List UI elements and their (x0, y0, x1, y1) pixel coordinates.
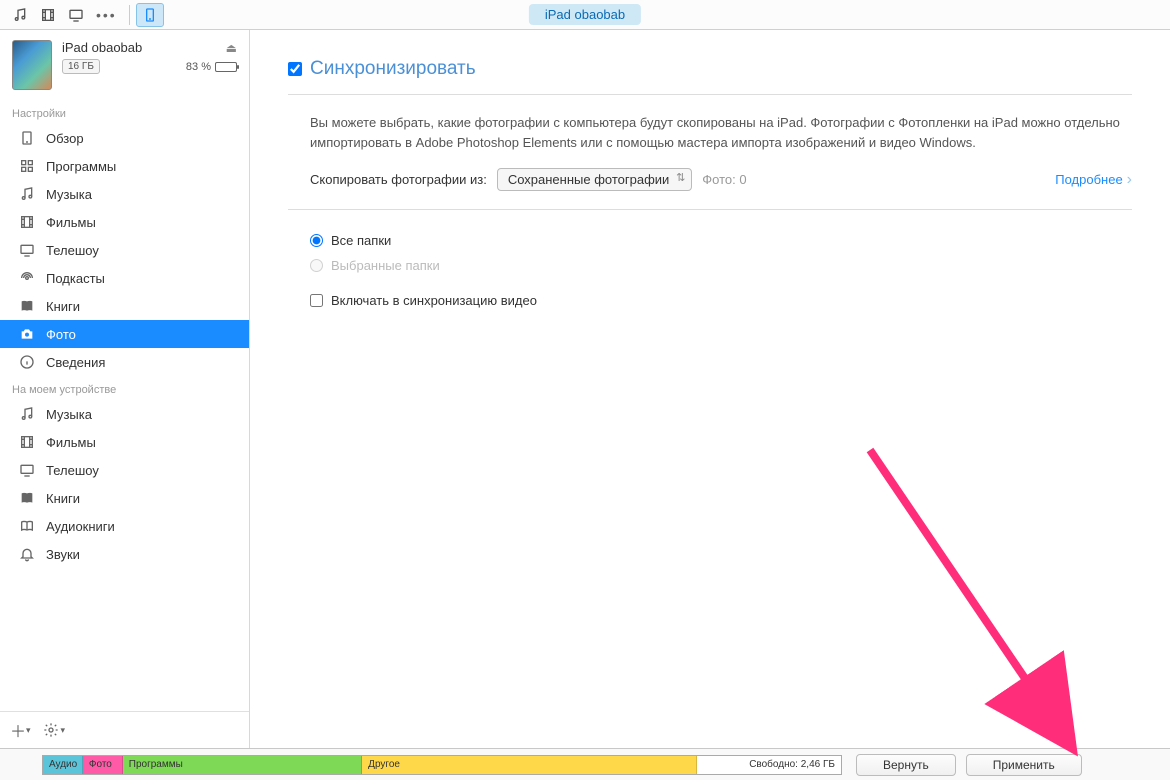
toolbar-separator (129, 5, 130, 25)
book-icon (18, 297, 36, 315)
sidebar-item-music[interactable]: Музыка (0, 180, 249, 208)
radio-selected-label: Выбранные папки (331, 258, 440, 273)
photo-count: Фото: 0 (702, 172, 746, 187)
more-info-link[interactable]: Подробнее (1055, 171, 1132, 189)
gear-icon[interactable]: ▾ (43, 722, 66, 738)
info-icon (18, 353, 36, 371)
tv-icon (18, 241, 36, 259)
sidebar-item-label: Фильмы (46, 215, 96, 230)
copy-from-select[interactable]: Сохраненные фотографии (497, 168, 692, 191)
film-icon (18, 433, 36, 451)
sidebar-footer: ＋▾ ▾ (0, 711, 249, 748)
add-playlist-icon[interactable]: ＋▾ (10, 718, 31, 742)
sync-checkbox[interactable] (288, 62, 302, 76)
podcast-icon (18, 269, 36, 287)
battery-icon (215, 62, 237, 72)
device-title-pill[interactable]: iPad obaobab (529, 4, 641, 25)
sidebar-item-label: Телешоу (46, 463, 99, 478)
sidebar-item-label: Книги (46, 491, 80, 506)
music-icon (18, 405, 36, 423)
apps-icon (18, 157, 36, 175)
sidebar-item-label: Книги (46, 299, 80, 314)
top-toolbar: ••• iPad obaobab (0, 0, 1170, 30)
sidebar-item-d-books[interactable]: Книги (0, 484, 249, 512)
sidebar-item-label: Музыка (46, 187, 92, 202)
section-settings-title: Настройки (0, 100, 249, 124)
radio-all-label: Все папки (331, 233, 391, 248)
sidebar-item-podcasts[interactable]: Подкасты (0, 264, 249, 292)
sidebar-item-photos[interactable]: Фото (0, 320, 249, 348)
music-tab-icon[interactable] (6, 3, 34, 27)
sidebar-item-books[interactable]: Книги (0, 292, 249, 320)
sidebar-item-d-music[interactable]: Музыка (0, 400, 249, 428)
more-tabs-icon[interactable]: ••• (90, 7, 123, 23)
sync-title: Синхронизировать (310, 58, 476, 80)
sidebar-item-d-movies[interactable]: Фильмы (0, 428, 249, 456)
battery-indicator: 83 % (186, 61, 237, 73)
storage-segment-other: Другое (362, 756, 697, 774)
sidebar-item-d-tvshows[interactable]: Телешоу (0, 456, 249, 484)
camera-icon (18, 325, 36, 343)
radio-all-folders[interactable] (310, 234, 323, 247)
bell-icon (18, 545, 36, 563)
sidebar-item-label: Телешоу (46, 243, 99, 258)
device-thumbnail (12, 40, 52, 90)
sidebar: iPad obaobab ⏏ 16 ГБ 83 % Настройки Обзо… (0, 30, 250, 748)
battery-pct: 83 % (186, 61, 211, 73)
include-videos-checkbox[interactable] (310, 294, 323, 307)
sync-description: Вы можете выбрать, какие фотографии с ко… (310, 113, 1132, 152)
tv-icon (18, 461, 36, 479)
audiobook-icon (18, 517, 36, 535)
sidebar-item-label: Музыка (46, 407, 92, 422)
capacity-badge: 16 ГБ (62, 59, 100, 74)
revert-button[interactable]: Вернуть (856, 754, 956, 776)
device-name: iPad obaobab (62, 40, 142, 55)
sidebar-item-label: Звуки (46, 547, 80, 562)
movies-tab-icon[interactable] (34, 3, 62, 27)
storage-segment-audio: Аудио (43, 756, 83, 774)
sidebar-item-d-audiobooks[interactable]: Аудиокниги (0, 512, 249, 540)
sidebar-item-info[interactable]: Сведения (0, 348, 249, 376)
sidebar-item-tvshows[interactable]: Телешоу (0, 236, 249, 264)
device-header: iPad obaobab ⏏ 16 ГБ 83 % (0, 30, 249, 100)
tv-tab-icon[interactable] (62, 3, 90, 27)
book-icon (18, 489, 36, 507)
storage-footer: АудиоФотоПрограммыДругоеСвободно: 2,46 Г… (0, 748, 1170, 780)
tablet-icon (18, 129, 36, 147)
storage-segment-photo: Фото (83, 756, 123, 774)
eject-icon[interactable]: ⏏ (226, 41, 237, 55)
sidebar-item-movies[interactable]: Фильмы (0, 208, 249, 236)
storage-segment-apps: Программы (123, 756, 362, 774)
sidebar-item-label: Обзор (46, 131, 84, 146)
sidebar-item-label: Подкасты (46, 271, 105, 286)
sidebar-item-label: Фото (46, 327, 76, 342)
sidebar-item-overview[interactable]: Обзор (0, 124, 249, 152)
sidebar-item-d-tones[interactable]: Звуки (0, 540, 249, 568)
device-tab-icon[interactable] (136, 3, 164, 27)
storage-segment-free: Свободно: 2,46 ГБ (697, 756, 841, 774)
sidebar-item-apps[interactable]: Программы (0, 152, 249, 180)
radio-selected-folders (310, 259, 323, 272)
apply-button[interactable]: Применить (966, 754, 1082, 776)
copy-from-label: Скопировать фотографии из: (310, 172, 487, 187)
include-videos-label: Включать в синхронизацию видео (331, 293, 537, 308)
sidebar-item-label: Сведения (46, 355, 105, 370)
sidebar-item-label: Аудиокниги (46, 519, 115, 534)
section-ondevice-title: На моем устройстве (0, 376, 249, 400)
music-icon (18, 185, 36, 203)
film-icon (18, 213, 36, 231)
sidebar-item-label: Фильмы (46, 435, 96, 450)
main-content: Синхронизировать Вы можете выбрать, каки… (250, 30, 1170, 748)
sidebar-item-label: Программы (46, 159, 116, 174)
storage-bar: АудиоФотоПрограммыДругоеСвободно: 2,46 Г… (42, 755, 842, 775)
